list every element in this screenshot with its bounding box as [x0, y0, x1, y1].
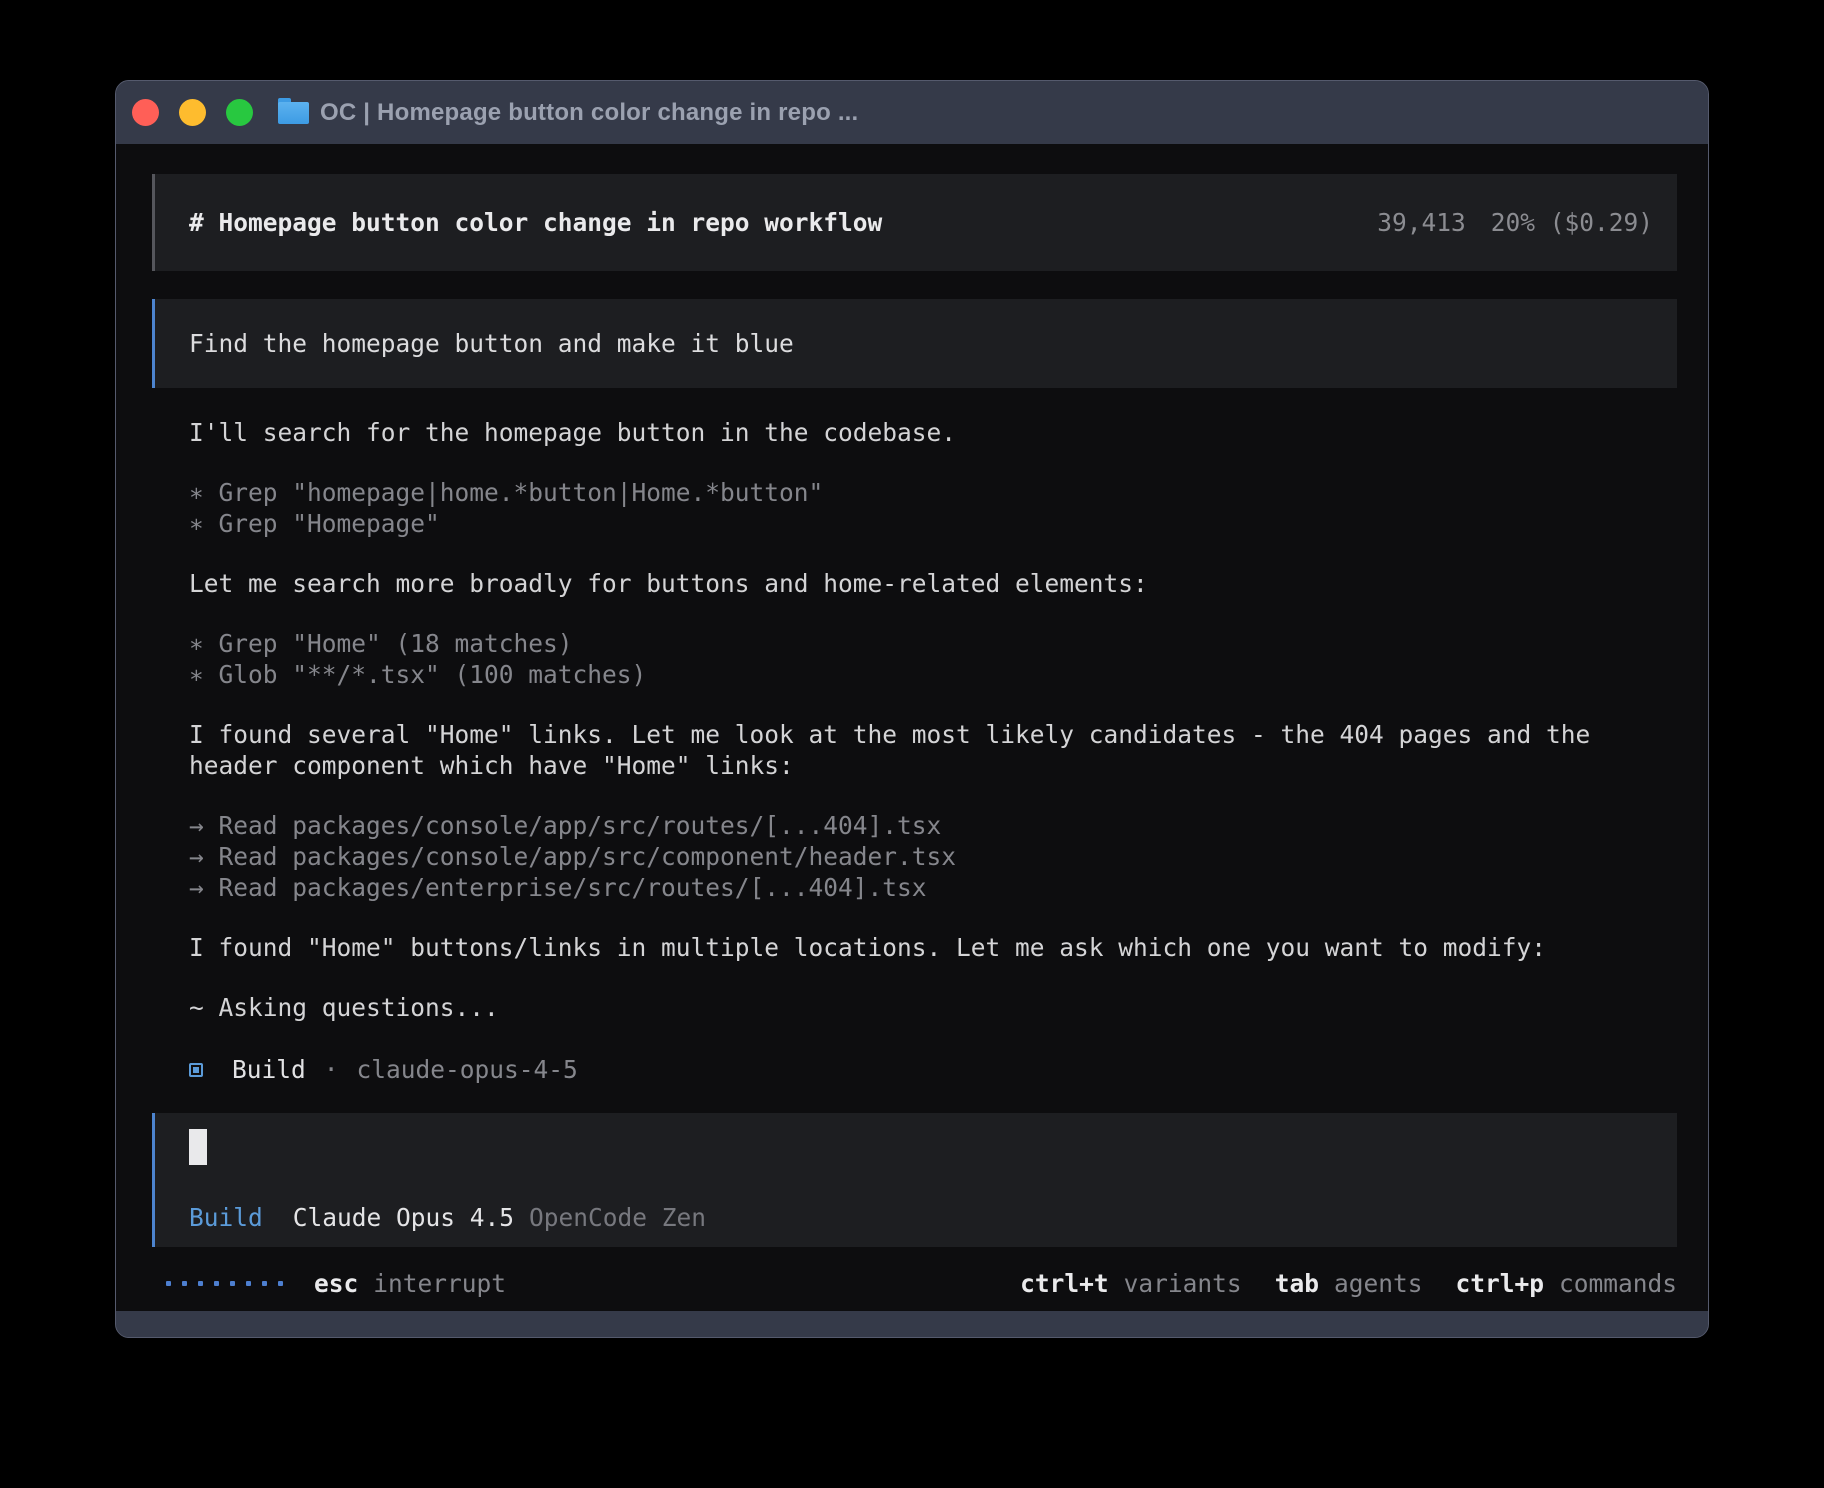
spinner-dot	[166, 1281, 171, 1286]
user-message-text: Find the homepage button and make it blu…	[189, 328, 794, 359]
agent-model: claude-opus-4-5	[357, 1054, 578, 1085]
input-mode: Build	[189, 1202, 263, 1233]
text-cursor	[189, 1129, 207, 1165]
keybinding-hints: ctrl+t variants tab agents ctrl+p comman…	[987, 1268, 1677, 1299]
working-status-line: ~ Asking questions...	[189, 992, 1647, 1023]
close-button[interactable]	[132, 99, 159, 126]
token-count: 39,413	[1377, 207, 1466, 238]
spinner-dot	[262, 1281, 267, 1286]
spinner-dot	[230, 1281, 235, 1286]
grep-tool-line: ∗ Grep "Home" (18 matches)	[189, 628, 1647, 659]
progress-dots	[166, 1281, 283, 1286]
input-meta: Build Claude Opus 4.5 OpenCode Zen	[189, 1202, 1653, 1233]
grep-tool-line: ∗ Grep "homepage|home.*button|Home.*butt…	[189, 477, 1647, 508]
spinner-dot	[246, 1281, 251, 1286]
session-title: # Homepage button color change in repo w…	[189, 207, 1377, 238]
read-tool-line: → Read packages/console/app/src/routes/[…	[189, 810, 1647, 841]
assistant-paragraph: I found "Home" buttons/links in multiple…	[189, 932, 1647, 963]
status-bar: esc interrupt ctrl+t variants tab agents…	[152, 1268, 1677, 1299]
tab-key-hint: tab	[1275, 1268, 1319, 1299]
commands-label: commands	[1559, 1268, 1677, 1299]
build-agent-icon	[189, 1063, 203, 1077]
window-bottom-edge	[116, 1311, 1708, 1337]
window-titlebar[interactable]: OC | Homepage button color change in rep…	[116, 81, 1708, 144]
interrupt-label: interrupt	[373, 1268, 506, 1299]
tool-call-group: ∗ Grep "homepage|home.*button|Home.*butt…	[189, 477, 1647, 539]
read-tool-line: → Read packages/console/app/src/componen…	[189, 841, 1647, 872]
prompt-input[interactable]: Build Claude Opus 4.5 OpenCode Zen	[152, 1113, 1677, 1247]
read-tool-line: → Read packages/enterprise/src/routes/[.…	[189, 872, 1647, 903]
esc-key-hint: esc	[314, 1268, 358, 1299]
input-provider: OpenCode Zen	[529, 1202, 706, 1233]
assistant-paragraph: Let me search more broadly for buttons a…	[189, 568, 1647, 599]
terminal-content: # Homepage button color change in repo w…	[116, 144, 1708, 1311]
assistant-paragraph: I'll search for the homepage button in t…	[189, 417, 1647, 448]
user-message: Find the homepage button and make it blu…	[152, 299, 1677, 388]
agent-badge: Build · claude-opus-4-5	[189, 1054, 1647, 1085]
variants-label: variants	[1124, 1268, 1242, 1299]
folder-icon	[278, 102, 309, 124]
agents-label: agents	[1334, 1268, 1423, 1299]
session-stats: 39,413 20% ($0.29)	[1377, 207, 1653, 238]
window-title: OC | Homepage button color change in rep…	[320, 99, 858, 127]
minimize-button[interactable]	[179, 99, 206, 126]
tool-call-group: ∗ Grep "Home" (18 matches) ∗ Glob "**/*.…	[189, 628, 1647, 690]
assistant-paragraph: I found several "Home" links. Let me loo…	[189, 719, 1647, 781]
context-usage: 20% ($0.29)	[1491, 207, 1653, 238]
terminal-window: OC | Homepage button color change in rep…	[115, 80, 1709, 1338]
input-model: Claude Opus 4.5	[293, 1202, 514, 1233]
grep-tool-line: ∗ Grep "Homepage"	[189, 508, 1647, 539]
spinner-dot	[278, 1281, 283, 1286]
tool-call-group: → Read packages/console/app/src/routes/[…	[189, 810, 1647, 903]
agent-name: Build	[232, 1054, 306, 1085]
agents-hint: tab agents	[1275, 1268, 1423, 1299]
spinner-dot	[182, 1281, 187, 1286]
traffic-lights	[132, 99, 253, 126]
ctrl-t-key-hint: ctrl+t	[1020, 1268, 1109, 1299]
desktop-background: OC | Homepage button color change in rep…	[0, 0, 1824, 1488]
session-header: # Homepage button color change in repo w…	[152, 174, 1677, 271]
glob-tool-line: ∗ Glob "**/*.tsx" (100 matches)	[189, 659, 1647, 690]
spinner-dot	[198, 1281, 203, 1286]
assistant-response: I'll search for the homepage button in t…	[152, 388, 1647, 1085]
spinner-dot	[214, 1281, 219, 1286]
badge-separator: ·	[324, 1054, 339, 1085]
commands-hint: ctrl+p commands	[1455, 1268, 1677, 1299]
variants-hint: ctrl+t variants	[1020, 1268, 1242, 1299]
ctrl-p-key-hint: ctrl+p	[1455, 1268, 1544, 1299]
maximize-button[interactable]	[226, 99, 253, 126]
